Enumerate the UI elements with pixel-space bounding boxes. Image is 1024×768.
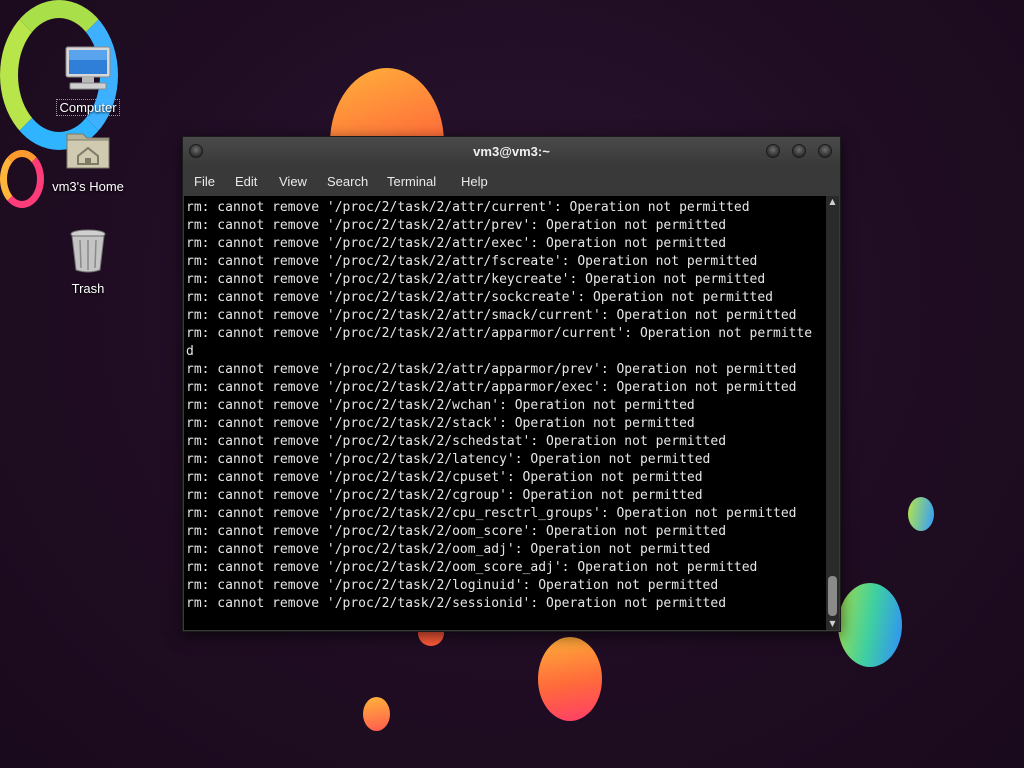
terminal-line: rm: cannot remove '/proc/2/task/2/wchan'…: [186, 398, 695, 413]
desktop-icon-label: vm3's Home: [52, 179, 124, 194]
terminal-line: rm: cannot remove '/proc/2/task/2/cgroup…: [186, 488, 703, 503]
trash-icon: [70, 229, 106, 273]
menu-search[interactable]: Search: [327, 174, 368, 189]
terminal-line: rm: cannot remove '/proc/2/task/2/cpuset…: [186, 470, 703, 485]
terminal-line: rm: cannot remove '/proc/2/task/2/attr/s…: [186, 308, 797, 323]
terminal-line: rm: cannot remove '/proc/2/task/2/attr/a…: [186, 326, 813, 341]
vertical-scrollbar[interactable]: ▲ ▼: [826, 196, 839, 630]
terminal-line: rm: cannot remove '/proc/2/task/2/cpu_re…: [186, 506, 797, 521]
desktop-icon-home[interactable]: vm3's Home: [43, 128, 133, 195]
terminal-line: rm: cannot remove '/proc/2/task/2/loginu…: [186, 578, 719, 593]
terminal-line: rm: cannot remove '/proc/2/task/2/attr/f…: [186, 254, 758, 269]
scroll-down-arrow-icon[interactable]: ▼: [826, 618, 839, 630]
computer-icon: [65, 46, 111, 90]
terminal-line: rm: cannot remove '/proc/2/task/2/attr/s…: [186, 290, 773, 305]
maximize-button[interactable]: [792, 144, 806, 158]
menu-view[interactable]: View: [279, 174, 307, 189]
terminal-line: rm: cannot remove '/proc/2/task/2/stack'…: [186, 416, 695, 431]
terminal-line: rm: cannot remove '/proc/2/task/2/attr/a…: [186, 362, 797, 377]
terminal-line: rm: cannot remove '/proc/2/task/2/oom_ad…: [186, 542, 711, 557]
window-titlebar[interactable]: vm3@vm3:~: [183, 137, 840, 167]
wallpaper-green-blob: [838, 583, 902, 667]
terminal-line: rm: cannot remove '/proc/2/task/2/attr/p…: [186, 218, 727, 233]
terminal-line: rm: cannot remove '/proc/2/task/2/attr/c…: [186, 200, 750, 215]
menu-help[interactable]: Help: [461, 174, 488, 189]
desktop-icon-label: Computer: [56, 99, 120, 116]
desktop: Computer vm3's Home Trash vm3@vm3:~ File: [0, 0, 1024, 768]
window-title: vm3@vm3:~: [473, 144, 550, 159]
terminal-output[interactable]: rm: cannot remove '/proc/2/task/2/attr/c…: [184, 196, 826, 630]
terminal-window[interactable]: vm3@vm3:~ File Edit View Search Terminal…: [182, 136, 841, 632]
terminal-line: rm: cannot remove '/proc/2/task/2/oom_sc…: [186, 560, 758, 575]
terminal-line: rm: cannot remove '/proc/2/task/2/attr/e…: [186, 236, 727, 251]
terminal-line: rm: cannot remove '/proc/2/task/2/oom_sc…: [186, 524, 727, 539]
desktop-icon-trash[interactable]: Trash: [43, 228, 133, 297]
wallpaper-orange-blob-bottom: [538, 637, 602, 721]
menu-file[interactable]: File: [194, 174, 215, 189]
terminal-line: d: [186, 344, 194, 359]
terminal-line: rm: cannot remove '/proc/2/task/2/attr/a…: [186, 380, 797, 395]
scroll-up-arrow-icon[interactable]: ▲: [826, 196, 839, 208]
wallpaper-small-green-blob: [908, 497, 934, 531]
terminal-line: rm: cannot remove '/proc/2/task/2/attr/k…: [186, 272, 766, 287]
desktop-icon-label: Trash: [71, 281, 105, 296]
scrollbar-thumb[interactable]: [828, 576, 837, 616]
menu-edit[interactable]: Edit: [235, 174, 257, 189]
home-folder-icon: [66, 133, 110, 169]
close-button[interactable]: [818, 144, 832, 158]
terminal-lines: rm: cannot remove '/proc/2/task/2/attr/c…: [184, 196, 826, 613]
menubar: File Edit View Search Terminal Help: [183, 167, 840, 195]
terminal-line: rm: cannot remove '/proc/2/task/2/scheds…: [186, 434, 727, 449]
menu-terminal[interactable]: Terminal: [387, 174, 436, 189]
desktop-icon-computer[interactable]: Computer: [43, 45, 133, 116]
terminal-line: rm: cannot remove '/proc/2/task/2/latenc…: [186, 452, 711, 467]
terminal-line: rm: cannot remove '/proc/2/task/2/sessio…: [186, 596, 727, 611]
wallpaper-small-orange-blob: [363, 697, 390, 731]
wallpaper-small-ring: [0, 150, 44, 208]
minimize-button[interactable]: [766, 144, 780, 158]
